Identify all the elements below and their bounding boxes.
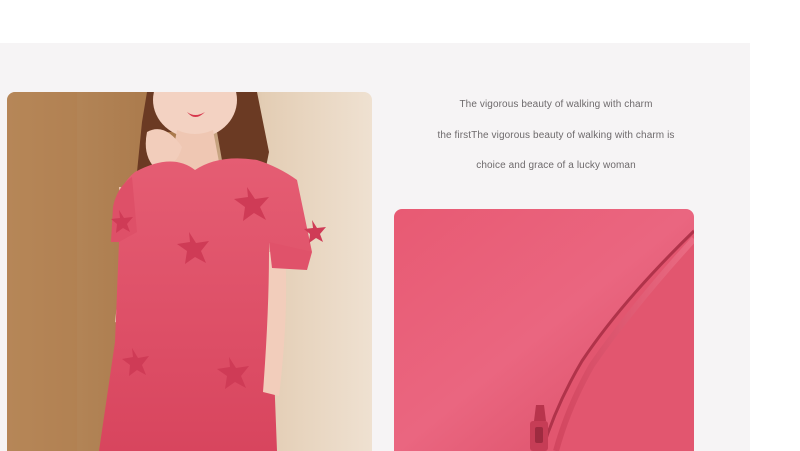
description-line-1: The vigorous beauty of walking with char… (459, 99, 653, 110)
fabric-detail-photo (394, 209, 694, 451)
description-line-3: choice and grace of a lucky woman (476, 160, 636, 171)
product-description: The vigorous beauty of walking with char… (396, 97, 716, 189)
model-photo (7, 92, 372, 451)
description-line-2: the firstThe vigorous beauty of walking … (437, 129, 675, 141)
